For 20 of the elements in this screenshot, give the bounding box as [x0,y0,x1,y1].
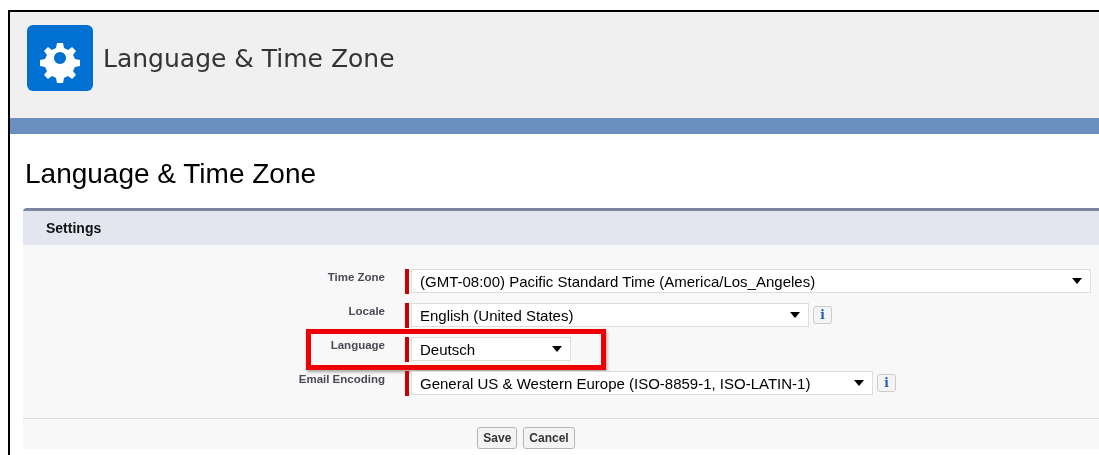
info-button[interactable]: i [877,374,896,392]
dropdown-field[interactable]: General US & Western Europe (ISO-8859-1, ISO-LATIN-1) [411,371,873,395]
header-title: Language & Time Zone [103,43,395,73]
dropdown-field[interactable]: Deutsch [411,337,571,361]
dropdown-field[interactable]: English (United States) [411,303,809,327]
info-button[interactable]: i [813,306,832,324]
gear-icon [27,25,93,91]
form-button[interactable]: Cancel [523,427,575,449]
field-label: Time Zone [326,270,386,283]
section-title: Settings [46,220,102,236]
form-button[interactable]: Save [477,427,518,449]
caret-icon [854,380,864,386]
dropdown-field[interactable]: (GMT-08:00) Pacific Standard Time (America/Los_Angeles) [411,269,1091,293]
field-label: Email Encoding [297,372,386,385]
caret-icon [552,346,562,352]
page-title: Language & Time Zone [24,157,318,191]
caret-icon [790,312,800,318]
field-label: Language [329,338,386,351]
caret-icon [1072,278,1082,284]
field-label: Locale [347,304,386,317]
